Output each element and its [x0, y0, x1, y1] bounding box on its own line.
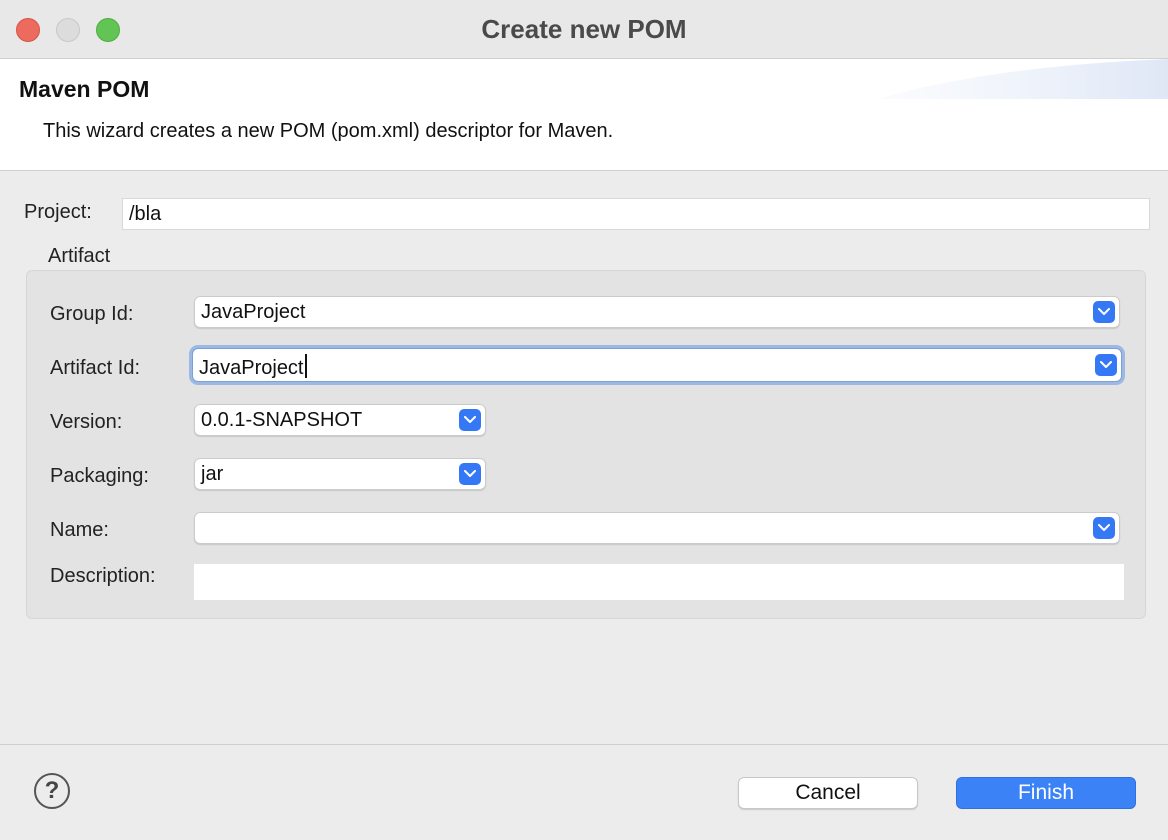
version-value: 0.0.1-SNAPSHOT — [201, 409, 363, 431]
description-label: Description: — [50, 565, 156, 587]
window-title: Create new POM — [481, 14, 687, 44]
chevron-down-icon[interactable] — [1093, 517, 1115, 539]
chevron-down-icon[interactable] — [1095, 354, 1117, 376]
artifact-id-label: Artifact Id: — [50, 357, 141, 379]
packaging-value: jar — [201, 463, 224, 485]
project-field[interactable]: /bla — [122, 198, 1150, 230]
packaging-combo[interactable]: jar — [194, 458, 486, 490]
artifact-group-label: Artifact — [48, 245, 111, 267]
artifact-id-text: JavaProject — [199, 354, 307, 380]
group-id-combo[interactable]: JavaProject — [194, 296, 1120, 328]
wizard-description: This wizard creates a new POM (pom.xml) … — [43, 120, 614, 142]
footer-separator — [0, 744, 1168, 745]
chevron-down-icon[interactable] — [1093, 301, 1115, 323]
packaging-label: Packaging: — [50, 465, 149, 487]
finish-button[interactable]: Finish — [956, 777, 1136, 809]
create-pom-dialog: Create new POM Maven POM This wizard cre… — [0, 0, 1168, 840]
group-id-value: JavaProject — [201, 301, 306, 323]
artifact-id-value: JavaProject — [199, 357, 304, 379]
cancel-button[interactable]: Cancel — [738, 777, 918, 809]
chevron-down-icon[interactable] — [459, 463, 481, 485]
group-id-label: Group Id: — [50, 303, 134, 325]
description-field[interactable] — [194, 564, 1124, 600]
version-label: Version: — [50, 411, 123, 433]
title-bar: Create new POM — [0, 0, 1168, 59]
wizard-banner: Maven POM This wizard creates a new POM … — [0, 59, 1168, 171]
name-label: Name: — [50, 519, 109, 541]
help-button[interactable]: ? — [34, 773, 70, 809]
text-caret — [304, 354, 307, 378]
wizard-heading: Maven POM — [19, 76, 150, 102]
version-combo[interactable]: 0.0.1-SNAPSHOT — [194, 404, 486, 436]
chevron-down-icon[interactable] — [459, 409, 481, 431]
banner-decoration-icon — [878, 59, 1168, 99]
name-combo[interactable] — [194, 512, 1120, 544]
project-label: Project: — [24, 201, 92, 223]
artifact-id-combo[interactable]: JavaProject — [192, 348, 1122, 382]
